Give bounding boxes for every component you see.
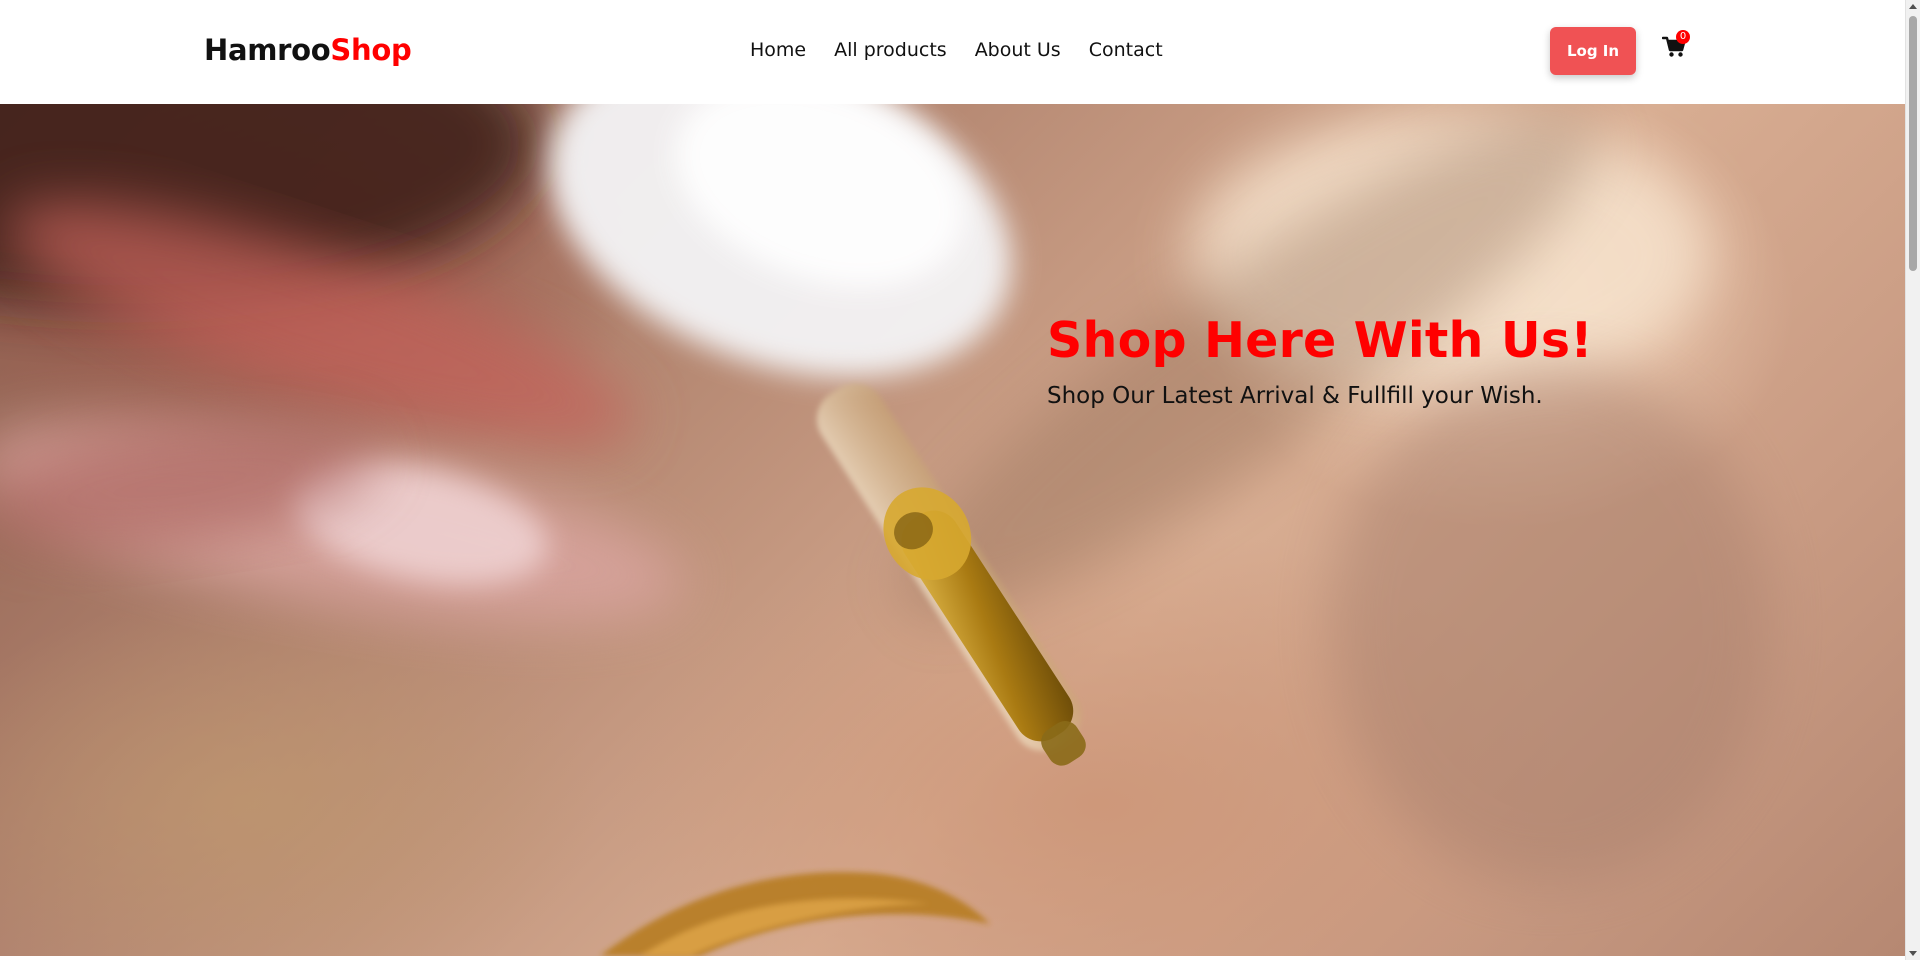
cart-button[interactable]: 0 <box>1662 30 1692 64</box>
main-nav: Home All products About Us Contact <box>750 39 1191 61</box>
brand-logo[interactable]: HamrooShop <box>204 33 412 67</box>
nav-link-home[interactable]: Home <box>750 39 806 61</box>
scroll-up-arrow-icon[interactable] <box>1909 4 1917 9</box>
hero-title: Shop Here With Us! <box>1047 312 1593 369</box>
navbar: HamrooShop Home All products About Us Co… <box>0 0 1905 104</box>
hero-background-image <box>0 104 1770 956</box>
brand-name-part2: Shop <box>330 33 412 67</box>
hero-subtitle: Shop Our Latest Arrival & Fullfill your … <box>1047 383 1543 409</box>
page-scrollbar[interactable] <box>1905 0 1920 960</box>
scroll-down-arrow-icon[interactable] <box>1909 951 1917 956</box>
nav-link-contact[interactable]: Contact <box>1089 39 1163 61</box>
nav-link-about-us[interactable]: About Us <box>975 39 1061 61</box>
page: HamrooShop Home All products About Us Co… <box>0 0 1905 960</box>
cart-count-badge: 0 <box>1676 30 1690 44</box>
login-button[interactable]: Log In <box>1550 27 1636 75</box>
hero-banner: Shop Here With Us! Shop Our Latest Arriv… <box>0 104 1905 956</box>
scroll-thumb[interactable] <box>1909 16 1917 271</box>
brand-name-part1: Hamroo <box>204 33 331 67</box>
nav-link-all-products[interactable]: All products <box>834 39 947 61</box>
hero-text: Shop Here With Us! Shop Our Latest Arriv… <box>1047 312 1747 409</box>
